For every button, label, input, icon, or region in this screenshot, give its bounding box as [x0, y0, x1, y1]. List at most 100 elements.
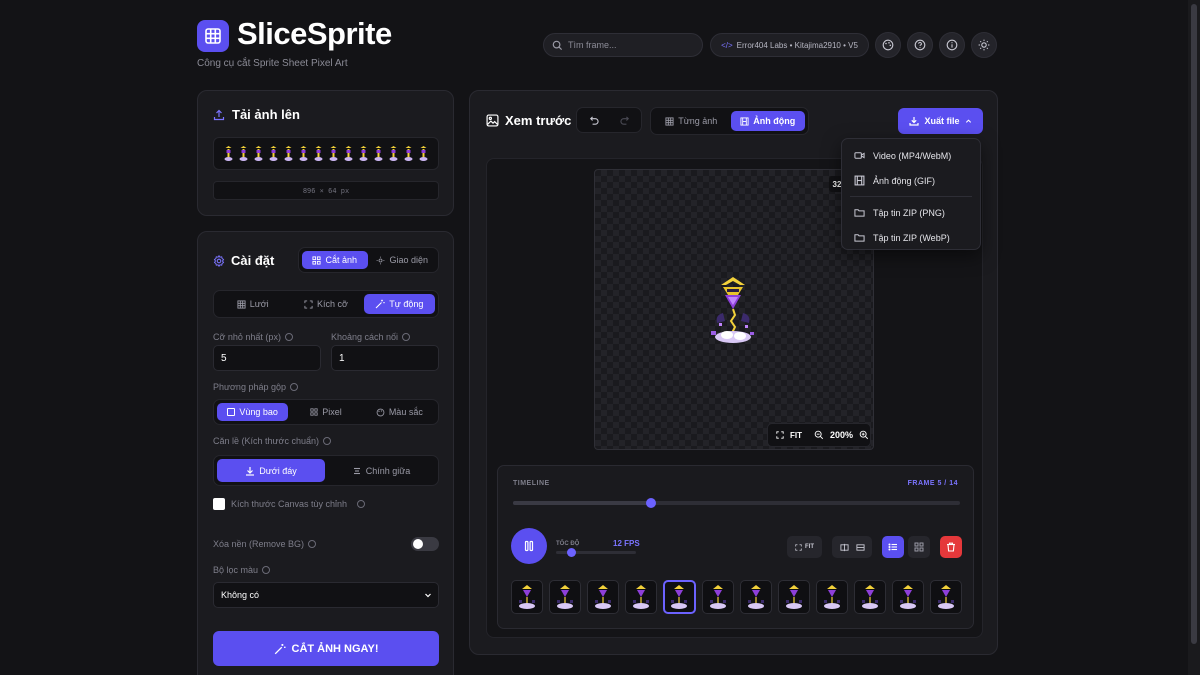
- menu-item-gif[interactable]: Ảnh động (GIF): [842, 168, 980, 193]
- view-switch: Từng ảnh Ảnh động: [650, 107, 809, 135]
- speed-handle[interactable]: [567, 548, 576, 557]
- zoom-out-icon[interactable]: [814, 430, 824, 440]
- frame-sprite: [709, 585, 726, 609]
- menu-item-zip-webp[interactable]: Tập tin ZIP (WebP): [842, 225, 980, 250]
- flip-horizontal-icon[interactable]: [839, 543, 849, 552]
- help-button[interactable]: [907, 32, 933, 58]
- download-icon: [246, 466, 255, 476]
- image-icon: [486, 114, 499, 127]
- fit-button[interactable]: FIT: [790, 431, 802, 440]
- grid-view-button[interactable]: [908, 536, 930, 558]
- timeline-fit-button[interactable]: FIT: [787, 536, 822, 558]
- frame-thumbnail[interactable]: [891, 580, 924, 614]
- pause-button[interactable]: [511, 528, 547, 564]
- frame-thumbnail[interactable]: [815, 580, 848, 614]
- spritesheet-preview[interactable]: [213, 137, 439, 170]
- list-view-button[interactable]: [882, 536, 904, 558]
- timeline-track[interactable]: [513, 498, 960, 508]
- sheet-frame: [359, 145, 368, 161]
- grid-icon: [237, 299, 246, 309]
- frame-thumbnail[interactable]: [511, 580, 544, 614]
- export-button[interactable]: Xuất file: [898, 108, 983, 134]
- app-tagline: Công cụ cắt Sprite Sheet Pixel Art: [197, 58, 348, 69]
- delete-button[interactable]: [940, 536, 962, 558]
- film-icon: [740, 116, 749, 126]
- cut-now-button[interactable]: CẮT ẢNH NGAY!: [213, 631, 439, 666]
- info-icon: [289, 383, 298, 391]
- mode-auto-label: Tự động: [389, 299, 424, 309]
- menu-item-zip-png[interactable]: Tập tin ZIP (PNG): [842, 200, 980, 225]
- gear-icon: [213, 254, 225, 267]
- redo-button[interactable]: [609, 115, 641, 126]
- app-brand: SliceSprite: [237, 16, 392, 51]
- fit-icon: [776, 431, 784, 439]
- sun-icon: [377, 256, 385, 264]
- frame-thumbnail[interactable]: [587, 580, 620, 614]
- mode-grid[interactable]: Lưới: [217, 294, 288, 314]
- gap-input[interactable]: 1: [331, 345, 439, 371]
- preview-canvas[interactable]: 32 FIT 200%: [594, 169, 874, 450]
- theme-button[interactable]: [971, 32, 997, 58]
- frame-sprite: [861, 585, 878, 609]
- frame-thumbnail[interactable]: [701, 580, 734, 614]
- min-size-input[interactable]: 5: [213, 345, 321, 371]
- remove-bg-toggle[interactable]: [411, 537, 439, 551]
- zoom-in-icon[interactable]: [859, 430, 869, 440]
- speed-slider[interactable]: [556, 548, 636, 557]
- mode-auto[interactable]: Tự động: [363, 294, 435, 314]
- merge-color[interactable]: Màu sắc: [364, 403, 435, 421]
- frame-thumbnail[interactable]: [739, 580, 772, 614]
- sheet-frame: [404, 145, 413, 161]
- gap-label: Khoảng cách nối: [331, 332, 411, 342]
- flip-controls: [832, 536, 872, 558]
- menu-item-video[interactable]: Video (MP4/WebM): [842, 143, 980, 168]
- spritesheet-image: [224, 145, 428, 161]
- tab-cut-label: Cắt ảnh: [325, 255, 358, 265]
- align-center[interactable]: Chính giữa: [327, 459, 435, 482]
- view-animated[interactable]: Ảnh động: [730, 111, 805, 131]
- frame-sprite: [747, 585, 764, 609]
- tab-interface[interactable]: Giao diện: [370, 251, 436, 269]
- custom-canvas-row: Kích thước Canvas tùy chỉnh: [213, 498, 365, 510]
- color-filter-value: Không có: [221, 590, 260, 600]
- menu-divider: [850, 196, 972, 197]
- speed-label: TỐC ĐỘ: [556, 541, 580, 547]
- timeline-handle[interactable]: [645, 498, 656, 508]
- undo-icon: [589, 115, 599, 125]
- align-bottom[interactable]: Dưới đáy: [217, 459, 325, 482]
- credit-badge[interactable]: </> Error404 Labs • Kitajima2910 • V5: [710, 33, 869, 57]
- search-input[interactable]: Tìm frame...: [543, 33, 703, 57]
- flip-vertical-icon[interactable]: [855, 543, 865, 552]
- frame-thumbnail[interactable]: [549, 580, 582, 614]
- frame-thumbnail[interactable]: [625, 580, 658, 614]
- redo-icon: [619, 115, 629, 125]
- tab-cut[interactable]: Cắt ảnh: [302, 251, 368, 269]
- info-icon: [322, 437, 331, 445]
- timeline-progress: [513, 501, 651, 505]
- frame-strip: [511, 579, 962, 615]
- folder-icon: [854, 234, 865, 242]
- palette-button[interactable]: [875, 32, 901, 58]
- sheet-frame: [254, 145, 263, 161]
- grid-icon: [914, 542, 924, 552]
- scrollbar[interactable]: [1188, 0, 1200, 675]
- merge-bounding[interactable]: Vùng bao: [217, 403, 289, 421]
- frame-thumbnail[interactable]: [929, 580, 962, 614]
- magic-wand-icon: [375, 299, 385, 309]
- info-button[interactable]: [939, 32, 965, 58]
- custom-canvas-checkbox[interactable]: [213, 498, 225, 510]
- undo-button[interactable]: [577, 115, 609, 126]
- frame-thumbnail[interactable]: [777, 580, 810, 614]
- trash-icon: [947, 542, 955, 552]
- info-icon: [356, 500, 365, 508]
- sheet-frame: [239, 145, 248, 161]
- view-single[interactable]: Từng ảnh: [654, 111, 729, 131]
- mode-size[interactable]: Kích cỡ: [290, 294, 361, 314]
- color-filter-select[interactable]: Không có: [213, 582, 439, 608]
- speed-value: 12 FPS: [613, 539, 640, 548]
- frame-thumbnail[interactable]: [663, 580, 696, 614]
- merge-pixel[interactable]: Pixel: [290, 403, 361, 421]
- scrollbar-thumb[interactable]: [1191, 4, 1197, 644]
- code-icon: </>: [721, 40, 733, 50]
- frame-thumbnail[interactable]: [853, 580, 886, 614]
